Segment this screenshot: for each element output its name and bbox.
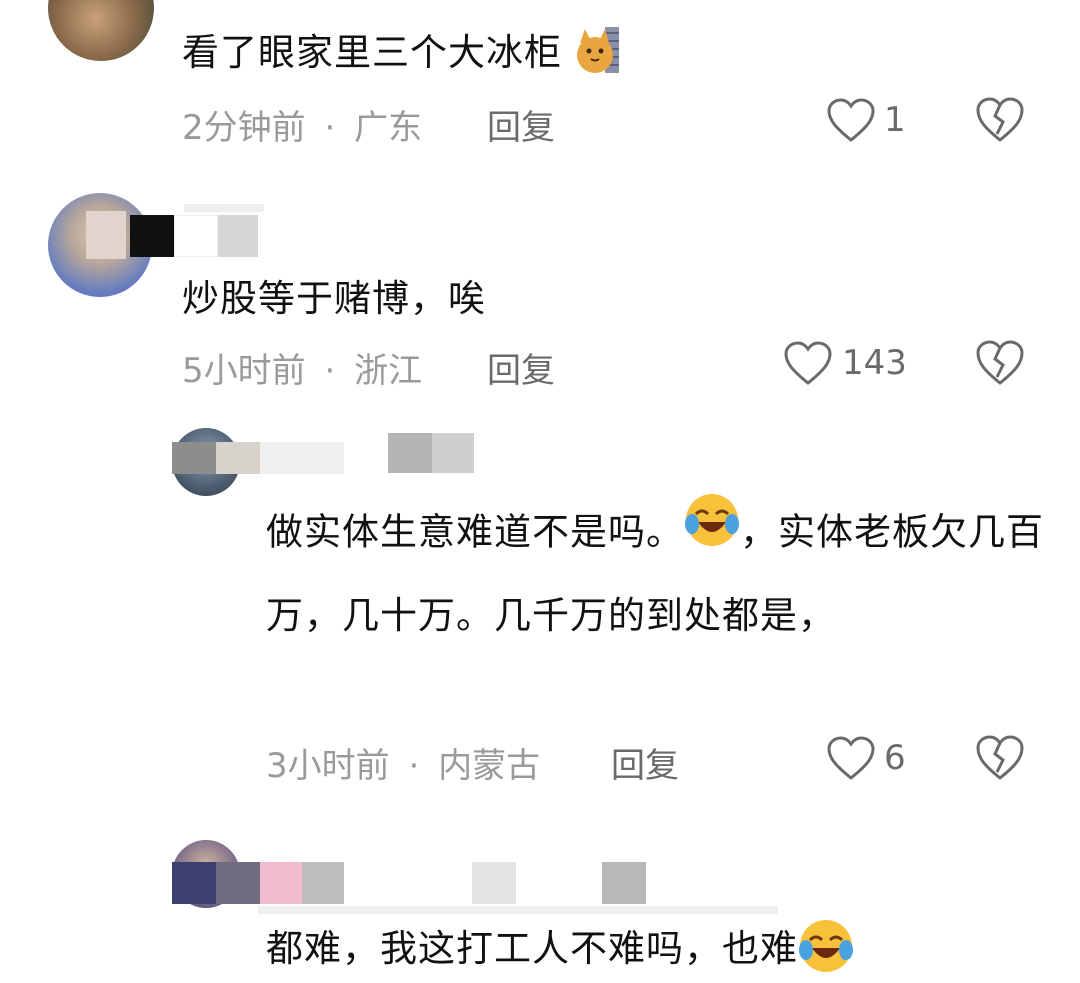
username-mosaic (258, 906, 778, 914)
like-count: 1 (884, 100, 906, 140)
broken-heart-icon (976, 340, 1024, 385)
cat-face-icon (575, 25, 621, 84)
username-mosaic (260, 862, 302, 904)
comment-meta: 2分钟前 · 广东 (182, 100, 422, 149)
separator: · (324, 108, 336, 148)
username-mosaic (216, 862, 260, 904)
timestamp: 2分钟前 (182, 108, 306, 148)
comment-text: 都难，我这打工人不难吗，也难 (266, 918, 854, 983)
comment-meta: 5小时前 · 浙江 (182, 343, 422, 392)
comment-text-content: 做实体生意难道不是吗。 (266, 510, 684, 554)
username-mosaic (432, 433, 474, 473)
like-button[interactable] (783, 341, 833, 391)
username-mosaic (388, 433, 432, 473)
username-mosaic (302, 862, 344, 904)
laughing-crying-emoji-icon (798, 918, 854, 983)
avatar[interactable] (48, 0, 154, 61)
dislike-button[interactable] (974, 96, 1026, 148)
username-mosaic (130, 215, 174, 257)
location: 广东 (354, 108, 423, 148)
timestamp: 3小时前 (266, 746, 390, 786)
username-mosaic (172, 442, 216, 474)
heart-outline-icon (827, 98, 875, 142)
heart-outline-icon (784, 341, 832, 385)
broken-heart-icon (976, 735, 1024, 780)
timestamp: 5小时前 (182, 351, 306, 391)
username-mosaic (184, 204, 264, 212)
location: 内蒙古 (438, 746, 541, 786)
reply-button[interactable]: 回复 (611, 738, 679, 787)
comment-meta: 3小时前 · 内蒙古 (266, 738, 540, 787)
comment-text: 做实体生意难道不是吗。 ，实体老板欠几百万，几十万。几千万的到处都是， (266, 492, 1046, 656)
username-mosaic (602, 862, 646, 904)
reply-button[interactable]: 回复 (487, 343, 555, 392)
comment-text-content: 看了眼家里三个大冰柜 (182, 31, 562, 74)
like-button[interactable] (826, 736, 876, 786)
comment-text: 看了眼家里三个大冰柜 (182, 22, 621, 84)
reply-button[interactable]: 回复 (487, 100, 555, 149)
heart-outline-icon (827, 736, 875, 780)
like-count: 6 (884, 738, 906, 778)
laughing-crying-emoji-icon (684, 492, 740, 576)
username-mosaic (174, 215, 218, 257)
comment-text-content: 都难，我这打工人不难吗，也难 (266, 927, 798, 970)
comment-text: 炒股等于赌博，唉 (182, 277, 486, 320)
dislike-button[interactable] (974, 339, 1026, 391)
username-mosaic (218, 215, 258, 257)
location: 浙江 (354, 351, 423, 391)
username-mosaic (260, 442, 344, 474)
broken-heart-icon (976, 97, 1024, 142)
separator: · (324, 351, 336, 391)
like-button[interactable] (826, 98, 876, 148)
separator: · (408, 746, 420, 786)
like-count: 143 (842, 343, 907, 383)
dislike-button[interactable] (974, 734, 1026, 786)
username-mosaic (472, 862, 516, 904)
username-mosaic (216, 442, 260, 474)
username-mosaic (172, 862, 216, 904)
